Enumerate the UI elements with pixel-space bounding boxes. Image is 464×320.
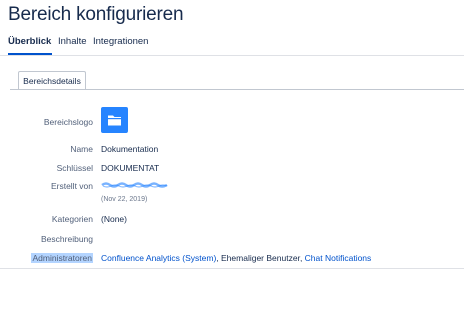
folder-icon — [108, 115, 121, 126]
created-by-label: Erstellt von — [50, 181, 93, 191]
subtab-label: Bereichsdetails — [23, 76, 81, 86]
tabs-divider — [0, 55, 464, 56]
panel-bottom-divider — [0, 268, 464, 269]
key-label: Schlüssel — [56, 163, 93, 173]
admin-link-chat-notifications[interactable]: Chat Notifications — [305, 253, 372, 263]
administrators-label: Administratoren — [31, 253, 93, 263]
name-label: Name — [70, 144, 93, 154]
categories-label: Kategorien — [51, 214, 93, 224]
created-date: (Nov 22, 2019) — [101, 196, 148, 203]
tab-content[interactable]: Inhalte — [58, 36, 87, 47]
admin-link-confluence-analytics[interactable]: Confluence Analytics (System) — [101, 253, 216, 263]
categories-value: (None) — [101, 214, 127, 224]
administrators-value: Confluence Analytics (System), Ehemalige… — [101, 253, 371, 263]
subtab-space-details[interactable]: Bereichsdetails — [18, 71, 86, 90]
redacted-scribble — [101, 182, 168, 188]
logo-label: Bereichslogo — [43, 117, 93, 127]
tab-integrations[interactable]: Integrationen — [93, 36, 148, 47]
description-label: Beschreibung — [41, 234, 93, 244]
key-value: DOKUMENTAT — [101, 163, 160, 173]
admin-former-user: Ehemaliger Benutzer — [221, 253, 300, 263]
administrators-label-text: Administratoren — [31, 253, 93, 263]
name-value: Dokumentation — [101, 144, 159, 154]
panel-divider — [10, 89, 464, 90]
space-logo[interactable] — [101, 107, 128, 133]
page-title: Bereich konfigurieren — [8, 4, 184, 25]
tab-overview[interactable]: Überblick — [8, 36, 51, 47]
